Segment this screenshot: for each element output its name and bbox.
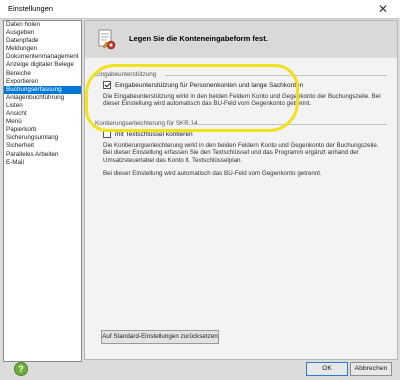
- sidebar-item[interactable]: Exportieren: [4, 78, 81, 86]
- dialog-footer: ? OK Abbrechen: [0, 360, 400, 380]
- cancel-button[interactable]: Abbrechen: [350, 362, 392, 376]
- sidebar-item[interactable]: Anzeige digitaler Belege: [4, 61, 81, 69]
- close-icon[interactable]: ✕: [370, 0, 396, 18]
- sidebar-item[interactable]: Menü: [4, 118, 81, 126]
- sidebar-item[interactable]: Dokumentenmanagement: [4, 53, 81, 61]
- sidebar-item[interactable]: Daten holen: [4, 21, 81, 29]
- ok-button[interactable]: OK: [306, 362, 348, 376]
- input-support-checkbox[interactable]: [103, 81, 111, 89]
- panel-header: Legen Sie die Konteneingabeform fest.: [85, 21, 397, 58]
- sidebar-item[interactable]: Ansicht: [4, 110, 81, 118]
- sidebar-item[interactable]: Papierkorb: [4, 126, 81, 134]
- help-icon[interactable]: ?: [14, 362, 28, 376]
- sidebar-item[interactable]: Ausgeben: [4, 29, 81, 37]
- sidebar-item[interactable]: Bereiche: [4, 70, 81, 78]
- settings-panel: Legen Sie die Konteneingabeform fest. Ei…: [84, 20, 398, 360]
- text-key-description: Die Kontierungserleichterung wirkt in de…: [103, 142, 379, 164]
- input-support-checkbox-row[interactable]: Eingabeunterstützung für Personenkonten …: [103, 81, 303, 89]
- text-key-checkbox-label: mit Textschlüssel kontieren: [115, 130, 193, 138]
- text-key-checkbox-row[interactable]: mit Textschlüssel kontieren: [103, 130, 193, 138]
- section-divider: [183, 124, 387, 125]
- sidebar-item[interactable]: Datenpfade: [4, 37, 81, 45]
- settings-sidebar: Daten holen Ausgeben Datenpfade Meldungen Do…: [3, 20, 82, 362]
- sidebar-item[interactable]: Paralleles Arbeiten: [4, 151, 81, 159]
- sidebar-item[interactable]: Sicherungsumlang: [4, 134, 81, 142]
- sidebar-item[interactable]: Sicherheit: [4, 142, 81, 150]
- text-key-note: Bei dieser Einstellung wird automatisch …: [103, 170, 322, 177]
- document-settings-icon: [97, 29, 117, 53]
- sidebar-item[interactable]: Meldungen: [4, 45, 81, 53]
- sidebar-item[interactable]: Buchungserfassung: [4, 85, 81, 94]
- page-title: Legen Sie die Konteneingabeform fest.: [129, 34, 268, 43]
- input-support-checkbox-label: Eingabeunterstützung für Personenkonten …: [115, 81, 304, 89]
- reset-defaults-button[interactable]: Auf Standard-Einstellungen zurücksetzen: [101, 330, 219, 344]
- sidebar-item[interactable]: Listen: [4, 102, 81, 110]
- window-title: Einstellungen: [8, 4, 54, 13]
- section-divider: [165, 75, 387, 76]
- sidebar-item[interactable]: E-Mail: [4, 159, 81, 167]
- title-bar: Einstellungen ✕: [0, 0, 400, 19]
- input-support-description: Die Eingabeunterstützung wirkt in den be…: [103, 93, 381, 108]
- sidebar-item[interactable]: Anlagenbuchführung: [4, 94, 81, 102]
- section-input-support-label: Eingabeunterstützung: [95, 71, 157, 78]
- text-key-checkbox[interactable]: [103, 130, 111, 138]
